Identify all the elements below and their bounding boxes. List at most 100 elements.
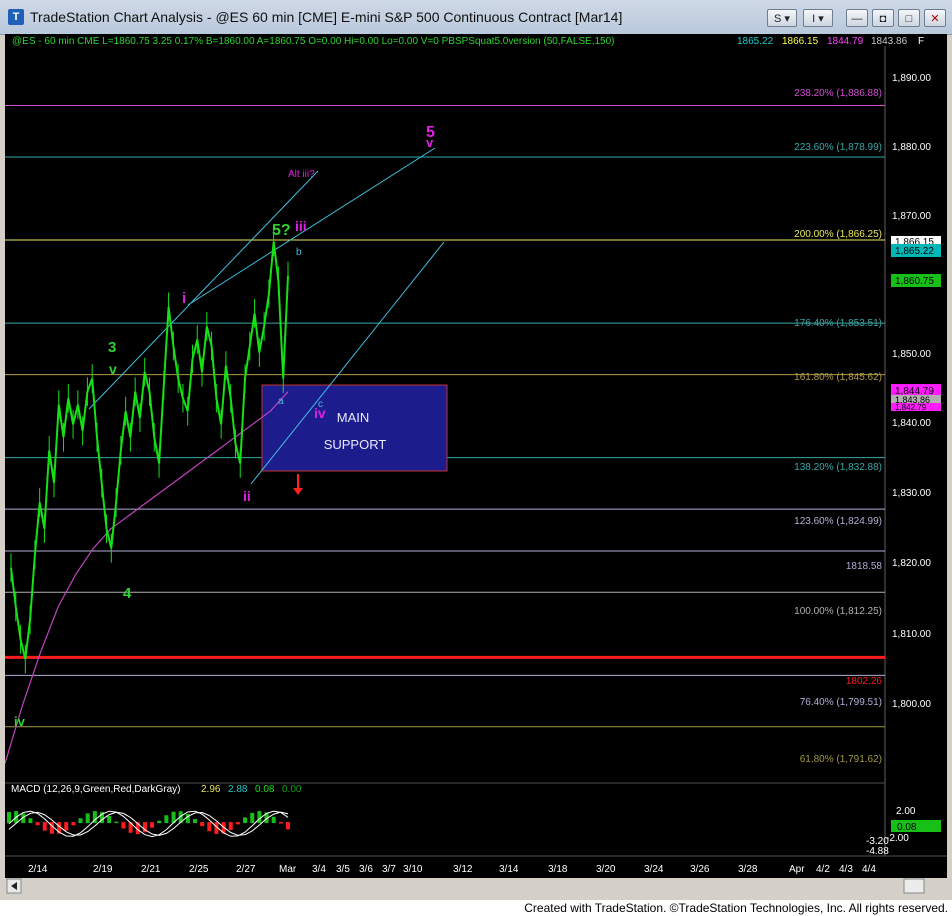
wave-label: v [109, 361, 117, 377]
macd-badge-label: 0.08 [897, 822, 917, 833]
fib-label: 238.20% (1,886.88) [794, 88, 882, 99]
fib-label: 176.40% (1,853.51) [794, 318, 882, 329]
fib-label: 200.00% (1,866.25) [794, 229, 882, 240]
badge-label: 1,842.79 [895, 403, 927, 412]
tradestation-window: T TradeStation Chart Analysis - @ES 60 m… [0, 0, 952, 916]
macd-hist-bar [278, 822, 283, 824]
macd-value-4: 0.00 [282, 784, 302, 795]
macd-value-2: 2.88 [228, 784, 248, 795]
fib-label: 76.40% (1,799.51) [800, 697, 882, 708]
x-tick-label: 3/28 [738, 864, 758, 875]
ma-path [5, 391, 289, 764]
fib-label: 161.80% (1,845.62) [794, 372, 882, 383]
macd-pane[interactable]: MACD (12,26,9,Green,Red,DarkGray) 2.96 2… [7, 784, 941, 857]
macd-hist-bar [7, 812, 11, 824]
header-value-1: 1865.22 [737, 36, 774, 47]
macd-lines [7, 810, 290, 838]
macd-hist-bar [257, 811, 262, 824]
macd-hist-bar [49, 822, 54, 834]
x-tick-label: 4/4 [862, 864, 876, 875]
close-button[interactable]: ✕ [924, 9, 946, 27]
x-tick-label: 3/6 [359, 864, 373, 875]
macd-value-right: -4.88 [866, 846, 889, 857]
wave-label: v [426, 135, 434, 150]
wave-label: iv [314, 405, 326, 421]
moving-average-line [5, 391, 289, 764]
macd-hist-bar [35, 822, 40, 826]
x-tick-label: 2/27 [236, 864, 256, 875]
y-tick-label: 1,890.00 [892, 73, 931, 84]
macd-tick: 2.00 [896, 806, 916, 817]
strategy-button[interactable]: S ▾ [767, 9, 797, 27]
y-tick-label: 1,870.00 [892, 211, 931, 222]
scroll-thumb[interactable] [903, 878, 925, 894]
y-tick-label: 1,810.00 [892, 629, 931, 640]
header-line: @ES - 60 min CME L=1860.75 3.25 0.17% B=… [12, 36, 924, 47]
price-path [10, 241, 289, 660]
header-value-5: F [918, 36, 924, 47]
header-value-2: 1866.15 [782, 36, 819, 47]
macd-tick: -2.00 [886, 833, 909, 844]
price-badges: 1,866.15 1,865.22 1,860.75 1,844.79 1,84… [891, 236, 941, 412]
time-axis[interactable]: 2/14 2/19 2/21 2/25 2/27 Mar 3/4 3/5 3/6… [28, 864, 876, 875]
support-box-text-main: MAIN [337, 410, 370, 425]
fib-label: 1818.58 [846, 561, 883, 572]
restore-button[interactable]: ◘ [872, 9, 894, 27]
x-tick-label: Mar [279, 864, 297, 875]
scrollbar-track[interactable] [5, 878, 947, 894]
macd-hist-bar [42, 822, 47, 831]
title-bar[interactable]: T TradeStation Chart Analysis - @ES 60 m… [0, 0, 952, 35]
x-tick-label: 3/5 [336, 864, 350, 875]
chart-area[interactable]: @ES - 60 min CME L=1860.75 3.25 0.17% B=… [5, 34, 947, 894]
footer: Created with TradeStation. ©TradeStation… [0, 900, 952, 916]
wave-label: 3 [108, 339, 116, 356]
y-tick-label: 1,840.00 [892, 418, 931, 429]
tradestation-app-icon: T [8, 9, 24, 25]
macd-hist-bar [78, 818, 83, 824]
wave-label: Alt iii? [288, 169, 315, 180]
header-value-4: 1843.86 [871, 36, 908, 47]
x-tick-label: 3/7 [382, 864, 396, 875]
footer-text: Created with TradeStation. ©TradeStation… [524, 901, 948, 915]
main-support-box[interactable]: MAIN SUPPORT [261, 384, 448, 472]
y-tick-label: 1,820.00 [892, 558, 931, 569]
fib-level-labels: 238.20% (1,886.88) 223.60% (1,878.99) 20… [794, 88, 882, 765]
x-tick-label: 3/4 [312, 864, 326, 875]
x-tick-label: 3/12 [453, 864, 473, 875]
macd-label: MACD (12,26,9,Green,Red,DarkGray) [11, 784, 181, 795]
x-tick-label: 3/14 [499, 864, 519, 875]
fib-label: 123.60% (1,824.99) [794, 516, 882, 527]
support-box-rect [261, 384, 448, 472]
macd-hist-bar [64, 822, 69, 831]
wave-label: 5? [272, 222, 291, 239]
x-tick-label: 4/3 [839, 864, 853, 875]
window-title: TradeStation Chart Analysis - @ES 60 min… [30, 9, 623, 25]
wave-label: 4 [123, 585, 132, 602]
fib-label: 100.00% (1,812.25) [794, 606, 882, 617]
fib-label: 61.80% (1,791.62) [800, 754, 882, 765]
macd-hist-bar [28, 818, 33, 824]
chart-svg[interactable]: @ES - 60 min CME L=1860.75 3.25 0.17% B=… [5, 34, 947, 894]
x-tick-label: 4/2 [816, 864, 830, 875]
minimize-button[interactable]: — [846, 9, 868, 27]
x-tick-label: 2/25 [189, 864, 209, 875]
x-tick-label: Apr [789, 864, 805, 875]
badge-label: 1,865.22 [895, 246, 934, 257]
macd-hist-bar [114, 821, 119, 824]
wave-label: b [296, 247, 302, 258]
x-tick-label: 3/26 [690, 864, 710, 875]
indicator-button[interactable]: I ▾ [803, 9, 833, 27]
fib-label: 1802.26 [846, 676, 883, 687]
horizontal-scrollbar[interactable] [5, 878, 947, 894]
macd-hist-bar [271, 816, 276, 824]
macd-hist-bar [200, 822, 205, 827]
macd-hist-bar [228, 822, 233, 830]
wave-label: iv [14, 714, 26, 729]
macd-hist-bar [207, 822, 212, 832]
maximize-button[interactable]: □ [898, 9, 920, 27]
support-box-text-support: SUPPORT [324, 437, 387, 452]
wave-label: iii [295, 218, 307, 234]
macd-hist-bar [107, 815, 112, 824]
wave-label: ii [243, 488, 251, 504]
y-tick-label: 1,850.00 [892, 349, 931, 360]
